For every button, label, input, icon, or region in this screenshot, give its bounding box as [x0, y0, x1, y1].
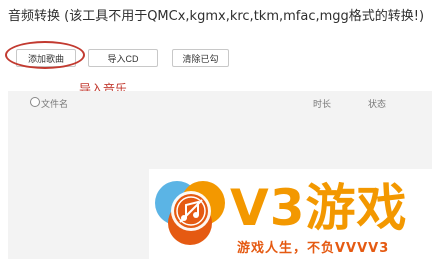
column-header-filename[interactable]: 文件名: [41, 97, 68, 110]
list-header: 文件名 时长 状态: [8, 91, 432, 113]
import-cd-button[interactable]: 导入CD: [88, 49, 158, 67]
column-header-status[interactable]: 状态: [368, 97, 386, 110]
add-songs-button[interactable]: 添加歌曲: [16, 49, 76, 67]
column-header-duration[interactable]: 时长: [313, 97, 331, 110]
select-all-radio[interactable]: [30, 97, 40, 107]
clear-checked-button[interactable]: 清除已勾: [172, 49, 229, 67]
watermark-brand: V3游戏: [230, 179, 408, 237]
page-title: 音频转换 (该工具不用于QMCx,kgmx,krc,tkm,mfac,mgg格式…: [8, 9, 425, 24]
watermark-slogan: 游戏人生，不负VVVV3: [237, 241, 390, 256]
music-disc-icon: [155, 181, 225, 245]
